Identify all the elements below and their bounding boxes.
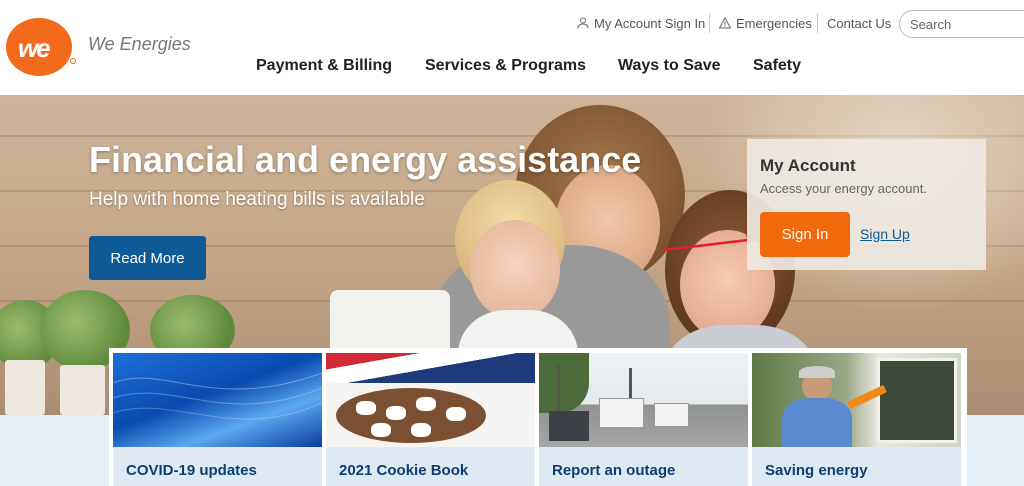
brand-name[interactable]: We Energies <box>88 34 191 55</box>
contact-us-link[interactable]: Contact Us <box>827 15 891 31</box>
divider <box>817 13 818 33</box>
nav-safety[interactable]: Safety <box>753 57 801 75</box>
card-image-caulking <box>752 353 961 447</box>
worker-cap <box>799 366 835 378</box>
truck <box>654 403 689 427</box>
we-energies-logo[interactable]: we <box>6 18 76 76</box>
window-frame <box>877 358 957 443</box>
card-image-blue-waves <box>113 353 322 447</box>
toddler-face <box>470 220 560 320</box>
utility-pole <box>557 363 560 418</box>
sign-up-link[interactable]: Sign Up <box>860 226 910 242</box>
card-label: COVID-19 updates <box>113 447 322 486</box>
card-label: Saving energy <box>752 447 961 486</box>
nav-services-programs[interactable]: Services & Programs <box>425 57 586 75</box>
nav-ways-to-save[interactable]: Ways to Save <box>618 57 721 75</box>
flag-stripes <box>326 353 535 383</box>
warning-icon <box>719 17 731 29</box>
worker-shirt <box>782 398 852 447</box>
flower-pot <box>60 365 105 415</box>
card-covid-updates[interactable]: COVID-19 updates <box>113 353 322 486</box>
my-account-panel: My Account Access your energy account. S… <box>747 139 986 270</box>
emergencies-link[interactable]: Emergencies <box>719 15 812 31</box>
card-cookie-book[interactable]: 2021 Cookie Book <box>326 353 535 486</box>
registered-mark <box>70 58 76 64</box>
account-sign-in-label: My Account Sign In <box>594 15 706 31</box>
red-arrow-annotation <box>663 234 758 252</box>
account-panel-description: Access your energy account. <box>760 181 927 196</box>
trees <box>539 353 589 413</box>
user-icon <box>577 17 589 29</box>
card-label: Report an outage <box>539 447 748 486</box>
card-report-outage[interactable]: Report an outage <box>539 353 748 486</box>
read-more-button[interactable]: Read More <box>89 236 206 280</box>
sign-in-button[interactable]: Sign In <box>760 212 850 257</box>
nav-payment-billing[interactable]: Payment & Billing <box>256 57 392 75</box>
feature-cards: COVID-19 updates 2021 Cookie Book Report… <box>109 348 967 486</box>
search-input[interactable] <box>899 10 1024 38</box>
wave-lines <box>113 372 322 420</box>
account-sign-in-link[interactable]: My Account Sign In <box>577 15 705 31</box>
flower-pot <box>5 360 45 415</box>
card-image-cookies <box>326 353 535 447</box>
card-saving-energy[interactable]: Saving energy <box>752 353 961 486</box>
truck <box>599 398 644 428</box>
card-image-utility-trucks <box>539 353 748 447</box>
card-label: 2021 Cookie Book <box>326 447 535 486</box>
cookie-plate <box>336 388 486 443</box>
logo-text: we <box>18 33 51 63</box>
site-header: we We Energies My Account Sign In Emerge… <box>0 0 1024 95</box>
contact-us-label: Contact Us <box>827 15 892 31</box>
account-panel-title: My Account <box>760 156 856 175</box>
divider <box>709 13 710 33</box>
hero-title: Financial and energy assistance <box>89 139 642 180</box>
hero-subtitle: Help with home heating bills is availabl… <box>89 189 425 210</box>
cookies <box>356 401 376 415</box>
emergencies-label: Emergencies <box>736 15 812 31</box>
truck <box>549 411 589 441</box>
